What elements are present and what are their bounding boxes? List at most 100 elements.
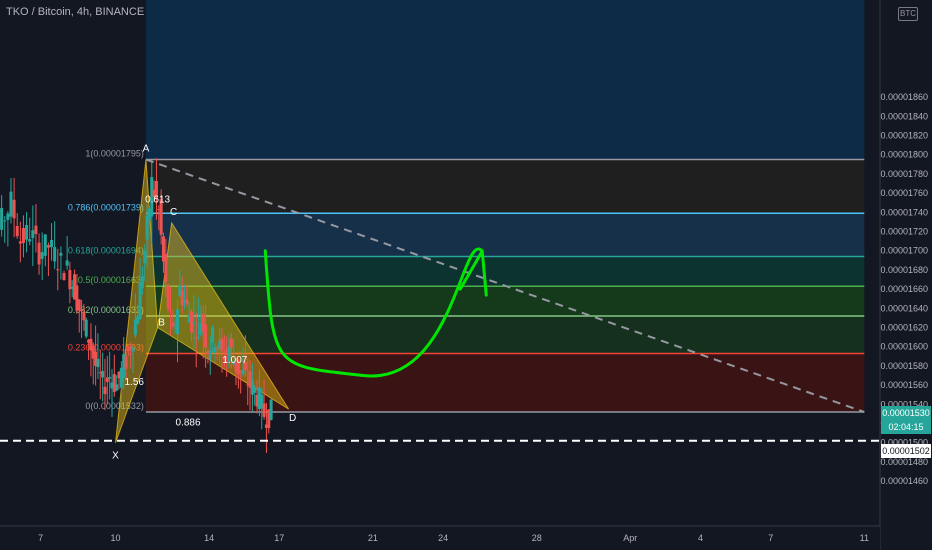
y-tick-label: 0.00001760 [880,188,928,198]
candle-body [190,311,194,333]
candle-body [3,220,7,222]
candle-body [0,207,4,230]
candle-body [204,324,208,348]
fib-zone [145,0,865,160]
candle-body [176,309,180,335]
fib-zone [145,159,865,214]
harmonic-ratio-label: 1.007 [222,355,247,366]
last-price-value: 0.00001530 [882,408,930,418]
candle-body [80,309,84,312]
candle-body [213,347,217,353]
candle-body [9,191,13,217]
candle-body [6,213,10,220]
x-tick-label: 7 [768,533,773,543]
candle-body [208,350,212,360]
candle-body [12,199,16,219]
line-price-tag: 0.00001502 [881,444,931,458]
y-tick-label: 0.00001480 [880,457,928,467]
candle-body [59,252,63,256]
candle-body [46,245,50,248]
price-scale [880,0,932,550]
candle-body [140,276,144,289]
harmonic-point-label: X [112,451,119,462]
candle-body [103,386,107,395]
x-tick-label: 17 [274,533,284,543]
fib-level-label: 0.786(0.00001739) [68,202,144,212]
candle-body [124,356,128,369]
y-tick-label: 0.00001820 [880,131,928,141]
fib-zone [145,316,865,354]
candle-body [108,377,112,379]
candle-body [168,308,172,310]
candle-body [101,371,105,378]
candle-body [126,348,130,352]
candle-body [15,226,19,237]
candle-body [37,242,41,265]
fib-zone [145,286,865,316]
fib-zone [145,256,865,287]
currency-badge[interactable]: BTC [898,7,918,21]
x-tick-label: 21 [368,533,378,543]
candle-body [262,403,266,417]
harmonic-point-label: D [289,413,296,424]
candle-body [43,234,47,256]
candle-body [129,353,133,355]
candle-body [25,224,29,240]
candle-body [68,270,72,290]
y-tick-label: 0.00001860 [880,92,928,102]
candle-body [197,313,201,315]
candle-body [164,254,168,283]
candle-body [82,311,86,321]
y-tick-label: 0.00001580 [880,361,928,371]
candle-body [56,269,60,271]
candle-body [77,299,81,311]
candle-body [53,247,57,262]
harmonic-ratio-label: 0.886 [176,417,201,428]
chart-title: TKO / Bitcoin, 4h, BINANCE [6,6,145,18]
candle-body [96,358,100,368]
candle-body [192,322,196,324]
bar-countdown: 02:04:15 [888,422,924,432]
y-tick-label: 0.00001800 [880,150,928,160]
candle-body [220,338,224,352]
y-tick-label: 0.00001600 [880,342,928,352]
harmonic-point-label: A [143,144,150,155]
candle-body [18,241,22,244]
x-tick-label: 28 [532,533,542,543]
y-tick-label: 0.00001700 [880,246,928,256]
x-tick-label: 10 [110,533,120,543]
candle-body [269,399,273,420]
fib-level-label: 0.618(0.00001694) [68,245,144,255]
harmonic-point-label: B [158,318,165,329]
candle-body [31,230,35,239]
candle-body [211,327,215,343]
x-tick-label: 7 [38,533,43,543]
candle-body [253,387,257,393]
chart-canvas[interactable]: 1(0.00001795) 0.786(0.00001739) 0.618(0.00… [0,0,932,550]
candle-body [115,384,119,391]
y-tick-label: 0.00001680 [880,265,928,275]
candle-body [185,299,189,304]
fib-zone [145,213,865,257]
candle-body [84,319,88,337]
x-tick-label: Apr [623,533,637,543]
candle-body [143,250,147,264]
candle-body [194,337,198,339]
candle-body [229,338,233,348]
candle-body [62,273,66,281]
last-price-tag: 0.00001530 02:04:15 [881,406,931,434]
y-tick-label: 0.00001640 [880,303,928,313]
y-tick-label: 0.00001660 [880,284,928,294]
candle-body [65,260,69,266]
candle-body [40,252,44,259]
fib-level-label: 1(0.00001795) [85,149,144,159]
harmonic-point-label: C [170,207,177,218]
x-tick-label: 14 [204,533,214,543]
candle-body [34,225,38,234]
y-tick-label: 0.00001560 [880,380,928,390]
candle-body [241,369,245,375]
y-tick-label: 0.00001620 [880,323,928,333]
y-tick-label: 0.00001840 [880,111,928,121]
candle-body [180,290,184,306]
x-tick-label: 4 [698,533,703,543]
